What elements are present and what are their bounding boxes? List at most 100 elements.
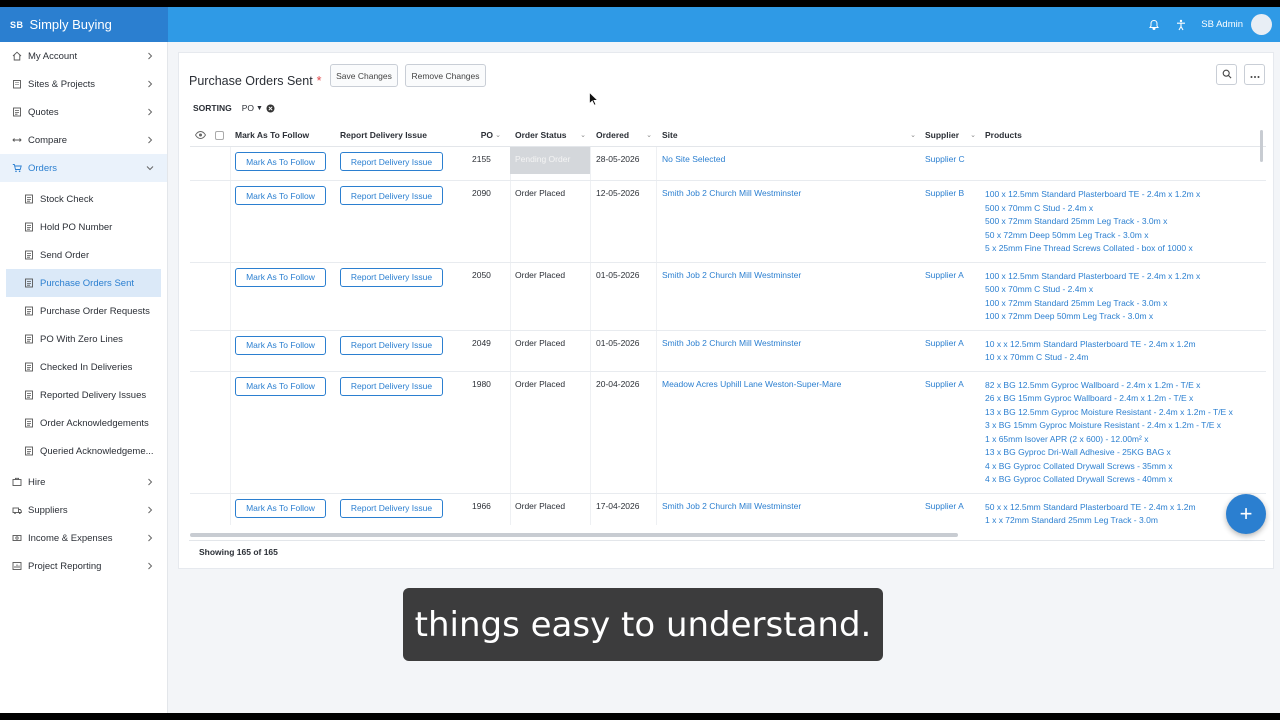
po-cell[interactable]: 1966 (472, 494, 491, 511)
site-link[interactable]: Smith Job 2 Church Mill Westminster (662, 263, 801, 280)
header-site[interactable]: Site ⌄ (662, 123, 920, 147)
avatar[interactable] (1251, 14, 1272, 35)
report-delivery-issue-button[interactable]: Report Delivery Issue (340, 267, 443, 287)
vertical-scrollbar[interactable] (1260, 130, 1263, 162)
sidebar-subitem-queried-acknowledgeme[interactable]: Queried Acknowledgeme... (0, 437, 167, 465)
more-options-button[interactable] (1244, 64, 1265, 85)
supplier-link[interactable]: Supplier A (925, 263, 964, 280)
sidebar-subitem-checked-in-deliveries[interactable]: Checked In Deliveries (0, 353, 167, 381)
header-po[interactable]: PO ⌄ (458, 123, 505, 147)
sidebar-item-suppliers[interactable]: Suppliers (0, 496, 167, 524)
report-delivery-issue-button[interactable]: Report Delivery Issue (340, 335, 443, 355)
sort-field[interactable]: PO (242, 103, 254, 113)
product-line[interactable]: 13 x BG 12.5mm Gyproc Moisture Resistant… (985, 406, 1233, 420)
sidebar-subitem-send-order[interactable]: Send Order (0, 241, 167, 269)
sidebar-subitem-stock-check[interactable]: Stock Check (0, 185, 167, 213)
sidebar-subitem-po-with-zero-lines[interactable]: PO With Zero Lines (0, 325, 167, 353)
supplier-link[interactable]: Supplier A (925, 372, 964, 389)
po-cell[interactable]: 2050 (472, 263, 491, 280)
sidebar-subitem-purchase-orders-sent[interactable]: Purchase Orders Sent (6, 269, 161, 297)
product-line[interactable]: 3 x BG 15mm Gyproc Moisture Resistant - … (985, 419, 1233, 433)
header-products[interactable]: Products (985, 123, 1022, 147)
product-line[interactable]: 4 x BG Gyproc Collated Drywall Screws - … (985, 460, 1233, 474)
sidebar-subitem-reported-delivery-issues[interactable]: Reported Delivery Issues (0, 381, 167, 409)
report-delivery-issue-button[interactable]: Report Delivery Issue (340, 498, 443, 518)
user-name[interactable]: SB Admin (1201, 19, 1243, 30)
remove-sort-icon[interactable] (266, 104, 275, 113)
sidebar-item-hire[interactable]: Hire (0, 468, 167, 496)
table-row[interactable]: Order Placed Mark As To Follow Report Deli… (190, 494, 1266, 525)
po-cell[interactable]: 2049 (472, 331, 491, 348)
sidebar-item-quotes[interactable]: Quotes (0, 98, 167, 126)
sort-desc-icon[interactable]: ▼ (256, 105, 263, 112)
select-all-checkbox[interactable] (215, 123, 224, 147)
report-delivery-issue-button[interactable]: Report Delivery Issue (340, 186, 443, 205)
product-line[interactable]: 500 x 70mm C Stud - 2.4m x (985, 202, 1200, 216)
mark-as-to-follow-button[interactable]: Mark As To Follow (235, 152, 326, 171)
product-line[interactable]: 10 x x 70mm C Stud - 2.4m (985, 351, 1196, 365)
mark-as-to-follow-button[interactable]: Mark As To Follow (235, 335, 326, 355)
mark-as-to-follow-button[interactable]: Mark As To Follow (235, 376, 326, 396)
product-line[interactable]: 10 x x 12.5mm Standard Plasterboard TE -… (985, 338, 1196, 352)
sidebar-item-orders[interactable]: Orders (0, 154, 167, 182)
po-cell[interactable]: 2155 (472, 147, 491, 164)
sidebar-subitem-hold-po-number[interactable]: Hold PO Number (0, 213, 167, 241)
site-link[interactable]: No Site Selected (662, 147, 725, 164)
horizontal-scrollbar[interactable] (190, 533, 958, 537)
supplier-link[interactable]: Supplier C (925, 147, 965, 164)
po-cell[interactable]: 1980 (472, 372, 491, 389)
site-link[interactable]: Smith Job 2 Church Mill Westminster (662, 331, 801, 348)
product-line[interactable]: 500 x 70mm C Stud - 2.4m x (985, 283, 1200, 297)
sidebar-item-sites-projects[interactable]: Sites & Projects (0, 70, 167, 98)
sidebar-subitem-order-acknowledgements[interactable]: Order Acknowledgements (0, 409, 167, 437)
product-line[interactable]: 100 x 72mm Deep 50mm Leg Track - 3.0m x (985, 310, 1200, 324)
table-row[interactable]: Order Placed Mark As To Follow Report Deli… (190, 331, 1266, 372)
product-line[interactable]: 4 x BG Gyproc Collated Drywall Screws - … (985, 473, 1233, 487)
mark-as-to-follow-button[interactable]: Mark As To Follow (235, 267, 326, 287)
add-button[interactable]: + (1226, 494, 1266, 534)
save-changes-button[interactable]: Save Changes (330, 64, 398, 87)
sidebar-item-income-expenses[interactable]: Income & Expenses (0, 524, 167, 552)
site-link[interactable]: Meadow Acres Uphill Lane Weston-Super-Ma… (662, 372, 841, 389)
product-line[interactable]: 100 x 72mm Standard 25mm Leg Track - 3.0… (985, 297, 1200, 311)
table-row[interactable]: Order Placed Mark As To Follow Report Deli… (190, 372, 1266, 494)
sidebar-subitem-purchase-order-requests[interactable]: Purchase Order Requests (0, 297, 167, 325)
product-line[interactable]: 1 x x 72mm Standard 25mm Leg Track - 3.0… (985, 514, 1196, 525)
product-line[interactable]: 82 x BG 12.5mm Gyproc Wallboard - 2.4m x… (985, 379, 1233, 393)
product-line[interactable]: 1 x 65mm Isover APR (2 x 600) - 12.00m² … (985, 433, 1233, 447)
po-cell[interactable]: 2090 (472, 181, 491, 198)
supplier-link[interactable]: Supplier A (925, 331, 964, 348)
header-ordered[interactable]: Ordered ⌄ (596, 123, 656, 147)
brand[interactable]: SB Simply Buying (0, 7, 168, 42)
supplier-link[interactable]: Supplier A (925, 494, 964, 511)
product-line[interactable]: 500 x 72mm Standard 25mm Leg Track - 3.0… (985, 215, 1200, 229)
table-row[interactable]: Pending Order Mark As To Follow Report Del… (190, 147, 1266, 181)
site-link[interactable]: Smith Job 2 Church Mill Westminster (662, 181, 801, 198)
report-delivery-issue-button[interactable]: Report Delivery Issue (340, 152, 443, 171)
product-line[interactable]: 100 x 12.5mm Standard Plasterboard TE - … (985, 188, 1200, 202)
product-line[interactable]: 50 x x 12.5mm Standard Plasterboard TE -… (985, 501, 1196, 515)
mark-as-to-follow-button[interactable]: Mark As To Follow (235, 186, 326, 205)
supplier-link[interactable]: Supplier B (925, 181, 964, 198)
report-delivery-issue-button[interactable]: Report Delivery Issue (340, 376, 443, 396)
sidebar-item-project-reporting[interactable]: Project Reporting (0, 552, 167, 580)
visibility-icon[interactable] (195, 123, 206, 147)
header-status[interactable]: Order Status ⌄ (515, 123, 590, 147)
product-line[interactable]: 5 x 25mm Fine Thread Screws Collated - b… (985, 242, 1200, 256)
site-link[interactable]: Smith Job 2 Church Mill Westminster (662, 494, 801, 511)
accessibility-icon[interactable] (1174, 18, 1188, 32)
product-line[interactable]: 50 x 72mm Deep 50mm Leg Track - 3.0m x (985, 229, 1200, 243)
product-line[interactable]: 26 x BG 15mm Gyproc Wallboard - 2.4m x 1… (985, 392, 1233, 406)
table-row[interactable]: Order Placed Mark As To Follow Report Deli… (190, 181, 1266, 263)
product-line[interactable]: 13 x BG Gyproc Dri-Wall Adhesive - 25KG … (985, 446, 1233, 460)
header-supplier[interactable]: Supplier ⌄ (925, 123, 980, 147)
product-line[interactable]: 100 x 12.5mm Standard Plasterboard TE - … (985, 270, 1200, 284)
header-report[interactable]: Report Delivery Issue (340, 123, 427, 147)
sidebar-item-compare[interactable]: Compare (0, 126, 167, 154)
header-mark[interactable]: Mark As To Follow (235, 123, 309, 147)
search-button[interactable] (1216, 64, 1237, 85)
sidebar-item-my-account[interactable]: My Account (0, 42, 167, 70)
bell-icon[interactable] (1147, 18, 1161, 32)
mark-as-to-follow-button[interactable]: Mark As To Follow (235, 498, 326, 518)
remove-changes-button[interactable]: Remove Changes (405, 64, 486, 87)
